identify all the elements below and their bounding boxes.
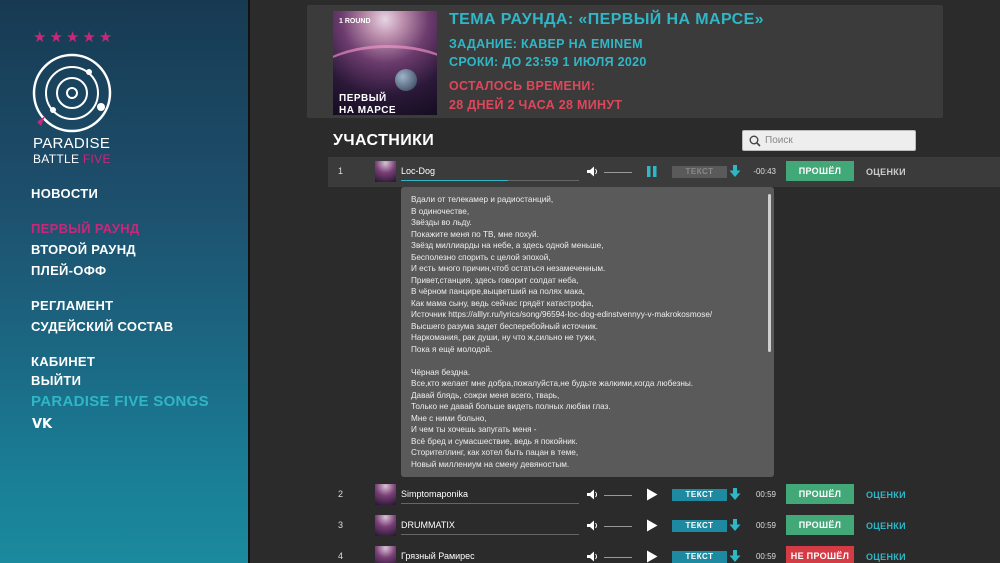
scores-link[interactable]: ОЦЕНКИ — [866, 167, 906, 177]
lyrics-scrollbar[interactable] — [768, 194, 771, 352]
nav-judges[interactable]: СУДЕЙСКИЙ СОСТАВ — [31, 319, 173, 334]
scores-link[interactable]: ОЦЕНКИ — [866, 521, 906, 531]
status-badge[interactable]: ПРОШЁЛ — [786, 161, 854, 181]
track-thumbnail — [375, 515, 396, 536]
planet-orbit-logo-icon[interactable] — [31, 52, 113, 134]
track-duration: 00:59 — [755, 552, 776, 561]
participant-row: 3 DRUMMATIX ТЕКСТ 00:59 ПРОШЁЛ ОЦЕНКИ — [328, 511, 1000, 541]
brand-five: FIVE — [82, 152, 111, 166]
volume-slider[interactable] — [604, 557, 632, 558]
download-icon[interactable] — [729, 550, 741, 563]
pause-icon[interactable] — [646, 165, 658, 178]
brand-battle: BATTLE — [33, 152, 80, 166]
track-progress-bar[interactable] — [401, 180, 579, 181]
volume-slider[interactable] — [604, 526, 632, 527]
volume-icon[interactable] — [587, 489, 599, 500]
track-progress-bar[interactable] — [401, 534, 579, 535]
volume-icon[interactable] — [587, 551, 599, 562]
cover-title-line1: ПЕРВЫЙ — [339, 93, 387, 104]
row-number: 2 — [338, 489, 344, 499]
participant-row: 2 Simptomaponika ТЕКСТ 00:59 ПРОШЁЛ ОЦЕН… — [328, 480, 1000, 510]
sidebar: ★ ★ ★ ★ ★ PARADISE BATTLE FIVE НОВОСТИ П… — [0, 0, 250, 563]
search-input[interactable] — [765, 135, 905, 146]
nav-round-2[interactable]: ВТОРОЙ РАУНД — [31, 242, 136, 257]
vk-icon[interactable]: VK — [32, 417, 52, 432]
round-theme: ТЕМА РАУНДА: «ПЕРВЫЙ НА МАРСЕ» — [449, 11, 764, 28]
participant-name[interactable]: Грязный Рамирес — [401, 551, 475, 561]
lyrics-button[interactable]: ТЕКСТ — [672, 489, 727, 501]
status-badge[interactable]: НЕ ПРОШЁЛ — [786, 546, 854, 563]
lyrics-text: Вдали от телекамер и радиостанций, В оди… — [411, 195, 713, 469]
star-icon: ★ — [98, 28, 113, 46]
track-thumbnail — [375, 484, 396, 505]
lyrics-panel: Вдали от телекамер и радиостанций, В оди… — [401, 187, 774, 477]
download-icon[interactable] — [729, 165, 741, 178]
round-deadline: СРОКИ: ДО 23:59 1 ИЮЛЯ 2020 — [449, 55, 647, 69]
cover-round-label: 1 ROUND — [339, 18, 371, 25]
nav-cabinet[interactable]: КАБИНЕТ — [31, 354, 95, 369]
lyrics-button[interactable]: ТЕКСТ — [672, 551, 727, 563]
search-box — [742, 130, 916, 151]
star-icon: ★ — [82, 28, 96, 46]
star-icon: ★ — [65, 28, 80, 46]
nav-news[interactable]: НОВОСТИ — [31, 186, 98, 201]
participant-row: 1 Loc-Dog ТЕКСТ -00:43 ПРОШЁЛ ОЦЕНКИ — [328, 157, 1000, 187]
round-cover-image: 1 ROUND ПЕРВЫЙ НА МАРСЕ — [333, 11, 437, 115]
time-left-label: ОСТАЛОСЬ ВРЕМЕНИ: — [449, 79, 596, 93]
volume-icon[interactable] — [587, 520, 599, 531]
rating-stars: ★ ★ ★ ★ ★ — [33, 30, 112, 45]
play-icon[interactable] — [646, 519, 658, 532]
time-left-value: 28 ДНЕЙ 2 ЧАСА 28 МИНУТ — [449, 98, 623, 112]
row-number: 4 — [338, 551, 344, 561]
row-number: 1 — [338, 166, 344, 176]
lyrics-button[interactable]: ТЕКСТ — [672, 166, 727, 178]
volume-icon[interactable] — [587, 166, 599, 177]
brand-name: PARADISE — [33, 135, 111, 152]
nav-paradise-five-songs[interactable]: PARADISE FIVE SONGS — [31, 393, 209, 410]
nav-round-1[interactable]: ПЕРВЫЙ РАУНД — [31, 221, 140, 236]
round-task: ЗАДАНИЕ: КАВЕР НА EMINEM — [449, 37, 643, 51]
scores-link[interactable]: ОЦЕНКИ — [866, 490, 906, 500]
status-badge[interactable]: ПРОШЁЛ — [786, 484, 854, 504]
volume-slider[interactable] — [604, 495, 632, 496]
participant-name[interactable]: Loc-Dog — [401, 166, 435, 176]
download-icon[interactable] — [729, 488, 741, 501]
track-duration: 00:59 — [755, 521, 776, 530]
download-icon[interactable] — [729, 519, 741, 532]
participant-name[interactable]: Simptomaponika — [401, 489, 468, 499]
status-badge[interactable]: ПРОШЁЛ — [786, 515, 854, 535]
track-duration: 00:59 — [755, 490, 776, 499]
nav-logout[interactable]: ВЫЙТИ — [31, 373, 81, 388]
track-progress-bar[interactable] — [401, 503, 579, 504]
search-icon[interactable] — [749, 135, 761, 147]
planet-icon — [395, 69, 417, 91]
track-thumbnail — [375, 546, 396, 563]
nav-rules[interactable]: РЕГЛАМЕНТ — [31, 298, 113, 313]
track-duration: -00:43 — [753, 167, 776, 176]
star-icon: ★ — [33, 28, 47, 46]
track-thumbnail — [375, 161, 396, 182]
participants-title: УЧАСТНИКИ — [333, 132, 435, 149]
brand-subtitle: BATTLE FIVE — [33, 152, 111, 166]
round-info-panel: 1 ROUND ПЕРВЫЙ НА МАРСЕ ТЕМА РАУНДА: «ПЕ… — [307, 5, 943, 118]
lyrics-button[interactable]: ТЕКСТ — [672, 520, 727, 532]
participant-row: 4 Грязный Рамирес ТЕКСТ 00:59 НЕ ПРОШЁЛ … — [328, 542, 1000, 563]
participant-name[interactable]: DRUMMATIX — [401, 520, 455, 530]
row-number: 3 — [338, 520, 344, 530]
play-icon[interactable] — [646, 550, 658, 563]
star-icon: ★ — [49, 28, 63, 46]
scores-link[interactable]: ОЦЕНКИ — [866, 552, 906, 562]
play-icon[interactable] — [646, 488, 658, 501]
volume-slider[interactable] — [604, 172, 632, 173]
cover-title-line2: НА МАРСЕ — [339, 105, 397, 115]
nav-playoff[interactable]: ПЛЕЙ-ОФФ — [31, 263, 106, 278]
